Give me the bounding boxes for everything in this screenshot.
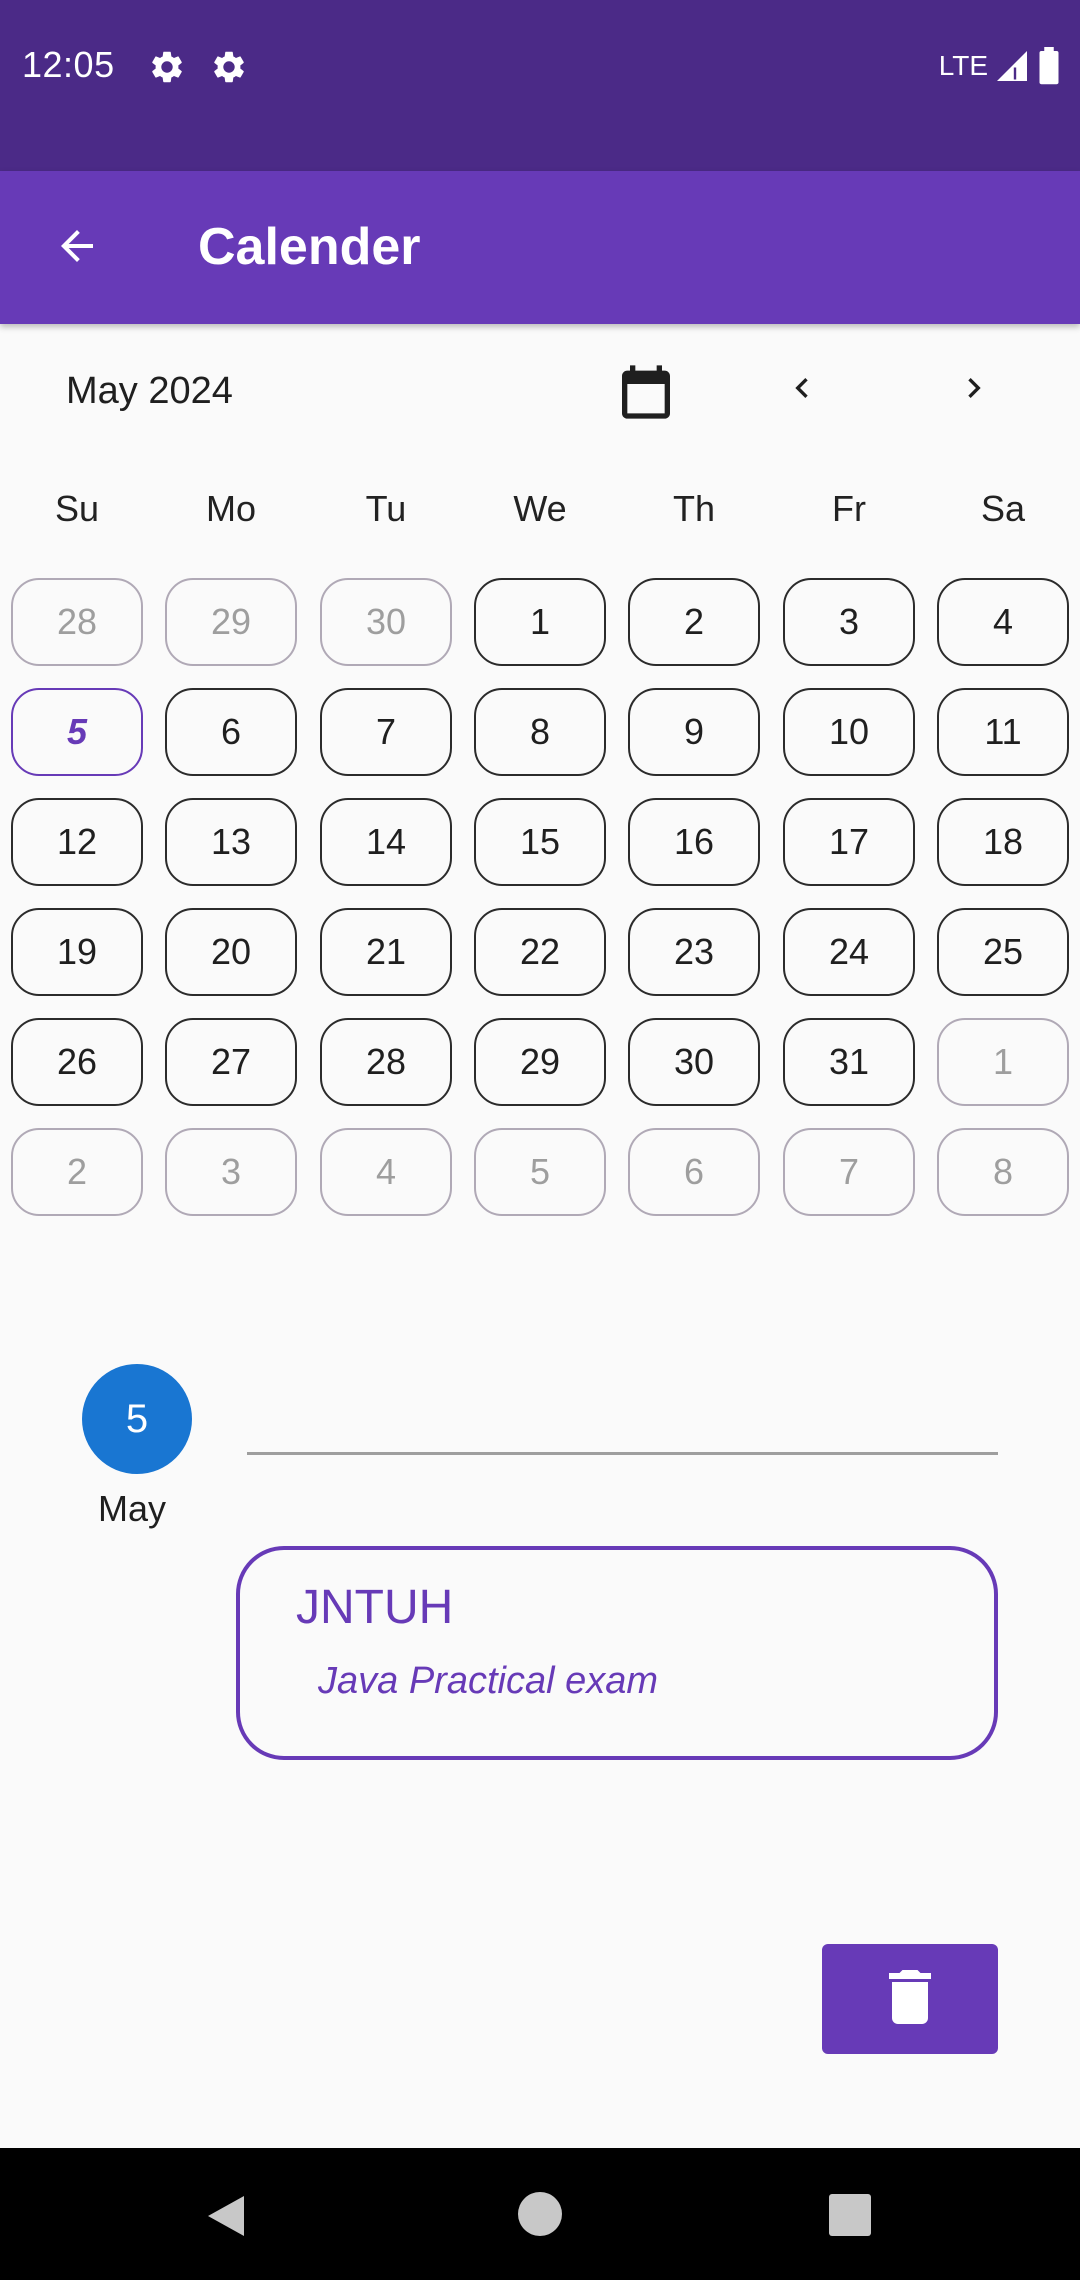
network-type: LTE	[938, 50, 988, 81]
month-label: May 2024	[66, 370, 233, 412]
calendar-icon	[614, 365, 678, 428]
calendar-day[interactable]: 27	[165, 1018, 297, 1106]
status-bar: 12:05 LTE	[0, 0, 1080, 171]
back-button[interactable]	[40, 211, 114, 285]
calendar-day[interactable]: 9	[628, 688, 760, 776]
calendar-day[interactable]: 23	[628, 908, 760, 996]
calendar-day[interactable]: 4	[320, 1128, 452, 1216]
arrow-back-icon	[53, 222, 101, 275]
calendar-day[interactable]: 6	[628, 1128, 760, 1216]
weekday-label: Tu	[365, 488, 407, 529]
nav-back-button[interactable]	[204, 2192, 248, 2240]
calendar-day[interactable]: 4	[937, 578, 1069, 666]
next-month-button[interactable]	[950, 366, 998, 414]
chevron-left-icon	[782, 368, 822, 413]
calendar-day[interactable]: 28	[11, 578, 143, 666]
calendar-day[interactable]: 7	[783, 1128, 915, 1216]
calendar-day[interactable]: 3	[783, 578, 915, 666]
status-time: 12:05	[22, 44, 115, 85]
calendar-day[interactable]: 2	[11, 1128, 143, 1216]
calendar-day[interactable]: 8	[937, 1128, 1069, 1216]
weekday-label: We	[513, 488, 567, 529]
weekday-label: Mo	[205, 488, 256, 529]
event-month-label: May	[97, 1488, 166, 1529]
calendar-day[interactable]: 10	[783, 688, 915, 776]
event-description: Java Practical exam	[318, 1660, 659, 1702]
calendar-day[interactable]: 2	[628, 578, 760, 666]
calendar-day[interactable]: 20	[165, 908, 297, 996]
calendar-day[interactable]: 29	[474, 1018, 606, 1106]
calendar-day[interactable]: 13	[165, 798, 297, 886]
calendar-day[interactable]: 19	[11, 908, 143, 996]
event-card[interactable]: JNTUH Java Practical exam	[236, 1546, 998, 1760]
calendar-day[interactable]: 21	[320, 908, 452, 996]
nav-recents-button[interactable]	[829, 2194, 871, 2236]
calendar-day[interactable]: 3	[165, 1128, 297, 1216]
calendar-day[interactable]: 18	[937, 798, 1069, 886]
calendar-day[interactable]: 1	[937, 1018, 1069, 1106]
calendar-picker-button[interactable]	[614, 360, 678, 424]
calendar-day[interactable]: 7	[320, 688, 452, 776]
calendar-day[interactable]: 12	[11, 798, 143, 886]
chevron-right-icon	[954, 368, 994, 413]
calendar-day[interactable]: 24	[783, 908, 915, 996]
nav-home-button[interactable]	[518, 2192, 562, 2236]
calendar-day[interactable]: 8	[474, 688, 606, 776]
battery-icon	[1036, 47, 1062, 85]
event-title: JNTUH	[296, 1581, 454, 1634]
weekday-label: Su	[54, 488, 100, 529]
month-header: May 2024	[0, 340, 1080, 440]
calendar-day[interactable]: 14	[320, 798, 452, 886]
calendar-day[interactable]: 30	[628, 1018, 760, 1106]
page-title: Calender	[198, 218, 421, 276]
calendar-day[interactable]: 16	[628, 798, 760, 886]
delete-button[interactable]	[822, 1944, 998, 2054]
calendar-day[interactable]: 26	[11, 1018, 143, 1106]
event-day-number: 5	[125, 1396, 149, 1441]
calendar-day[interactable]: 5	[474, 1128, 606, 1216]
calendar-day[interactable]: 28	[320, 1018, 452, 1106]
trash-icon	[888, 1969, 932, 2029]
calendar-day-selected[interactable]: 5	[11, 688, 143, 776]
calendar-day[interactable]: 6	[165, 688, 297, 776]
calendar-day[interactable]: 11	[937, 688, 1069, 776]
divider	[247, 1452, 998, 1455]
weekday-label: Th	[672, 488, 715, 529]
event-date-circle: 5	[82, 1364, 192, 1474]
settings-icon	[210, 48, 248, 86]
settings-icon	[148, 48, 186, 86]
calendar-day[interactable]: 22	[474, 908, 606, 996]
weekday-label: Fr	[832, 488, 866, 529]
calendar-day[interactable]: 30	[320, 578, 452, 666]
calendar-day[interactable]: 25	[937, 908, 1069, 996]
system-nav-bar	[0, 2148, 1080, 2280]
triangle-back-icon	[208, 2196, 244, 2236]
calendar-day[interactable]: 29	[165, 578, 297, 666]
weekday-header-row: Su Mo Tu We Th Fr Sa	[0, 488, 1080, 538]
calendar-day[interactable]: 1	[474, 578, 606, 666]
calendar-day[interactable]: 31	[783, 1018, 915, 1106]
weekday-label: Sa	[980, 488, 1026, 529]
calendar-day[interactable]: 17	[783, 798, 915, 886]
signal-icon	[994, 48, 1030, 84]
app-bar: Calender	[0, 171, 1080, 324]
calendar-day[interactable]: 15	[474, 798, 606, 886]
previous-month-button[interactable]	[778, 366, 826, 414]
status-indicators: LTE	[939, 46, 1062, 86]
